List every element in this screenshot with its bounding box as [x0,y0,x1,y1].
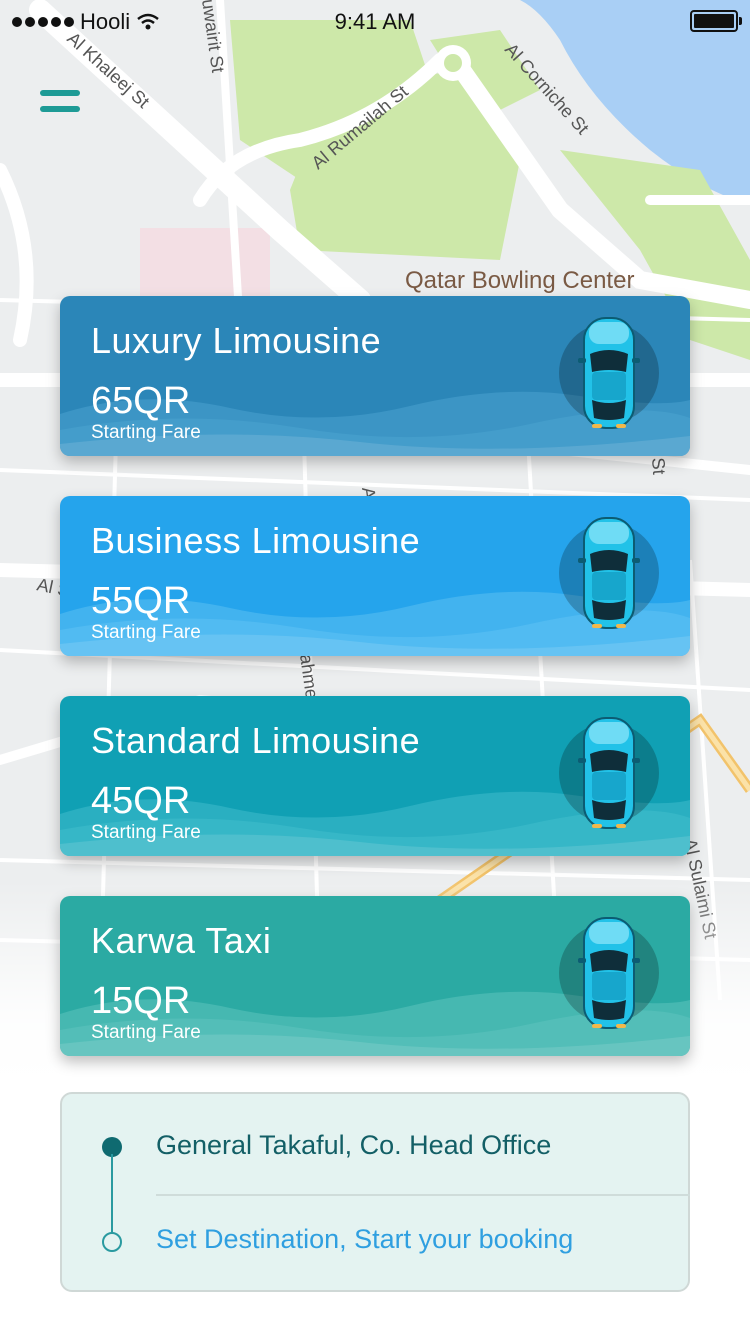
status-time: 9:41 AM [334,9,416,34]
divider [156,1194,690,1196]
map-label-bowling: Qatar Bowling Center [405,267,634,294]
car-option-luxury-limousine[interactable]: Luxury Limousine 65QR Starting Fare [60,296,690,456]
car-price: 55QR [91,580,191,622]
starting-fare-label: Starting Fare [91,622,201,643]
car-price: 45QR [91,780,191,822]
starting-fare-label: Starting Fare [91,1022,201,1043]
car-price: 65QR [91,380,191,422]
menu-icon-line-bottom [40,106,80,112]
car-type-name: Business Limousine [91,520,421,561]
status-bar: Hooli 9:41 AM [0,0,750,40]
menu-icon-line-top [40,90,80,96]
car-price: 15QR [91,980,191,1022]
car-icon [559,317,659,429]
menu-button[interactable] [36,86,88,120]
battery-icon [690,10,742,32]
destination-pin-icon [102,1232,122,1252]
car-option-karwa-taxi[interactable]: Karwa Taxi 15QR Starting Fare [60,896,690,1056]
pickup-location[interactable]: General Takaful, Co. Head Office [156,1130,551,1161]
starting-fare-label: Starting Fare [91,822,201,843]
car-type-name: Standard Limousine [91,720,421,761]
car-icon [559,917,659,1029]
car-type-name: Karwa Taxi [91,920,272,961]
set-destination-field[interactable]: Set Destination, Start your booking [156,1224,573,1255]
starting-fare-label: Starting Fare [91,422,201,443]
car-option-business-limousine[interactable]: Business Limousine 55QR Starting Fare [60,496,690,656]
car-icon [559,517,659,629]
car-option-standard-limousine[interactable]: Standard Limousine 45QR Starting Fare [60,696,690,856]
destination-panel: General Takaful, Co. Head Office Set Des… [60,1092,690,1292]
route-line [111,1154,113,1234]
map-label-st-right: St [648,457,669,475]
car-icon [559,717,659,829]
car-type-name: Luxury Limousine [91,320,382,361]
